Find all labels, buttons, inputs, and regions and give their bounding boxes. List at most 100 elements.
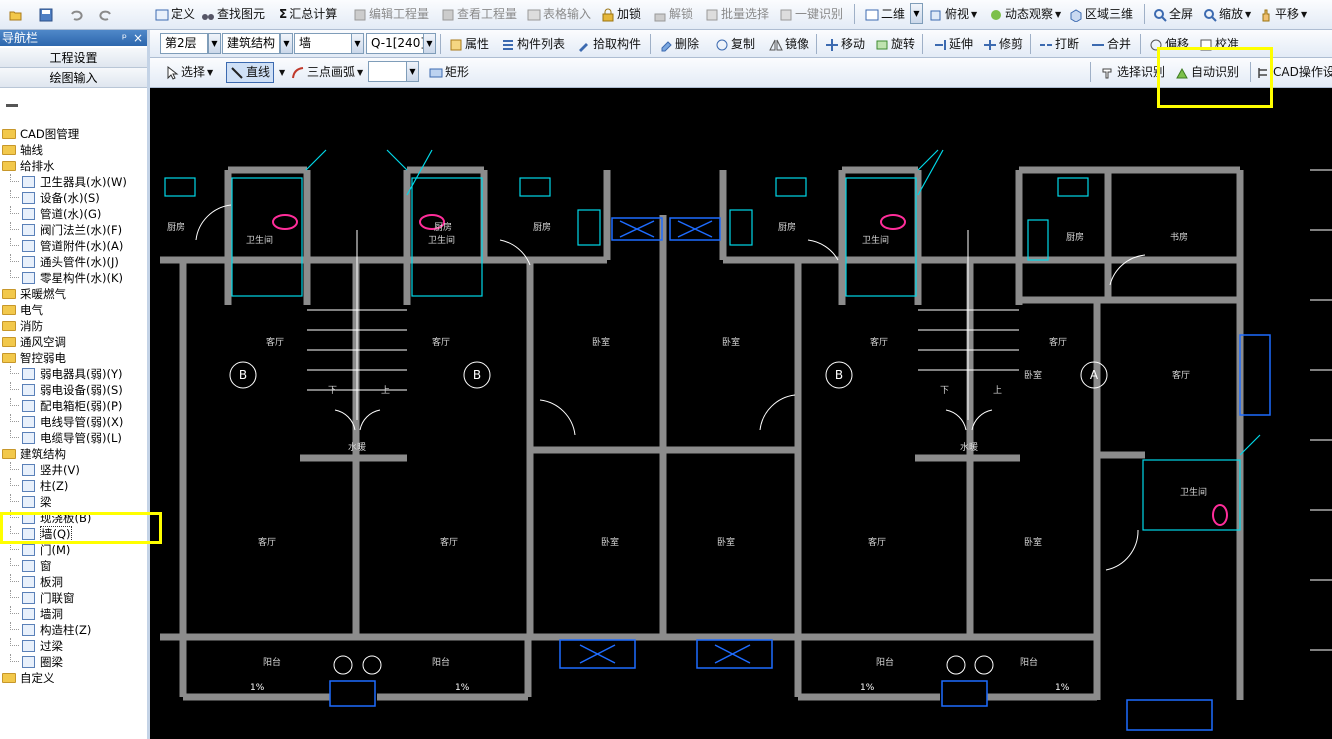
merge-button[interactable]: 合并 xyxy=(1088,34,1134,55)
undo-icon[interactable] xyxy=(66,4,86,25)
move-icon xyxy=(826,38,838,51)
tree-folder[interactable]: 消防 xyxy=(0,318,147,334)
rotate-button[interactable]: 旋转 xyxy=(872,34,918,55)
properties-button[interactable]: 属性 xyxy=(446,34,492,55)
table-input-button[interactable]: 表格输入 xyxy=(524,4,594,25)
tree-item[interactable]: 设备(水)(S) xyxy=(0,190,147,206)
element-list-button[interactable]: 构件列表 xyxy=(498,34,568,55)
tree-item[interactable]: 板洞 xyxy=(0,574,147,590)
tree-folder[interactable]: 轴线 xyxy=(0,142,147,158)
tree-item[interactable]: 弱电设备(弱)(S) xyxy=(0,382,147,398)
line-dropdown[interactable]: ▼ xyxy=(276,62,288,83)
break-button[interactable]: 打断 xyxy=(1036,34,1082,55)
auto-identify-button[interactable]: 自动识别 xyxy=(1172,62,1242,83)
summary-calc-button[interactable]: Σ 汇总计算 xyxy=(276,4,340,25)
dynamic-observe-button[interactable]: 动态观察 ▼ xyxy=(986,4,1064,25)
tree-folder[interactable]: CAD图管理 xyxy=(0,126,147,142)
mirror-button[interactable]: 镜像 xyxy=(766,34,812,55)
view-mode-dropdown[interactable]: ▼ xyxy=(910,3,923,24)
tree-item[interactable]: 弱电器具(弱)(Y) xyxy=(0,366,147,382)
open-folder-icon[interactable] xyxy=(6,4,26,25)
unlock-button[interactable]: 解锁 xyxy=(650,4,696,25)
cad-drawing-canvas[interactable]: 厨房 卫生间 厨房 卫生间 厨房 厨房 卫生间 厨房 书房 客厅 客厅 卧室 卧室 客厅 客厅 客厅 客厅 卧室卧… xyxy=(150,88,1332,739)
tree-item[interactable]: 零星构件(水)(K) xyxy=(0,270,147,286)
tree-item[interactable]: 电缆导管(弱)(L) xyxy=(0,430,147,446)
pan-button[interactable]: 平移 ▼ xyxy=(1256,4,1310,25)
edit-project-button[interactable]: 编辑工程量 xyxy=(350,4,432,25)
element-icon xyxy=(22,512,35,524)
project-settings-button[interactable]: 工程设置 xyxy=(0,48,147,68)
element-name-select[interactable]: Q-1[240] xyxy=(366,33,425,54)
tree-item[interactable]: 圈梁 xyxy=(0,654,147,670)
slope-label: 1% xyxy=(250,683,265,693)
tree-item[interactable]: 窗 xyxy=(0,558,147,574)
tree-folder[interactable]: 采暖燃气 xyxy=(0,286,147,302)
area-3d-button[interactable]: 区域三维 xyxy=(1066,4,1136,25)
tree-item[interactable]: 管道附件(水)(A) xyxy=(0,238,147,254)
category-dropdown[interactable]: ▼ xyxy=(280,33,293,54)
rect-button[interactable]: 矩形 xyxy=(426,62,472,83)
tree-item[interactable]: 卫生器具(水)(W) xyxy=(0,174,147,190)
category-select[interactable]: 建筑结构 xyxy=(222,33,280,54)
tree-item[interactable]: 门联窗 xyxy=(0,590,147,606)
move-button[interactable]: 移动 xyxy=(822,34,868,55)
copy-button[interactable]: 复制 xyxy=(712,34,758,55)
tree-item[interactable]: 竖井(V) xyxy=(0,462,147,478)
tree-item[interactable]: 梁 xyxy=(0,494,147,510)
tree-item[interactable]: 柱(Z) xyxy=(0,478,147,494)
top-view-button[interactable]: 俯视 ▼ xyxy=(926,4,980,25)
tree-item[interactable]: 过梁 xyxy=(0,638,147,654)
tree-item[interactable]: 电线导管(弱)(X) xyxy=(0,414,147,430)
save-icon[interactable] xyxy=(36,4,56,25)
tree-item[interactable]: 门(M) xyxy=(0,542,147,558)
tree-folder[interactable]: 给排水 xyxy=(0,158,147,174)
offset-button[interactable]: 偏移 xyxy=(1146,34,1192,55)
lock-button[interactable]: 加锁 xyxy=(598,4,644,25)
collapse-icon[interactable] xyxy=(6,104,18,107)
line-button[interactable]: 直线 xyxy=(226,62,275,83)
pick-element-button[interactable]: 拾取构件 xyxy=(574,34,644,55)
floor-select[interactable]: 第2层 xyxy=(160,33,208,54)
tree-item-label: 配电箱柜(弱)(P) xyxy=(40,399,123,413)
arc-button[interactable]: 三点画弧 ▼ xyxy=(288,62,366,83)
tree-item[interactable]: 墙(Q) xyxy=(0,526,147,542)
extend-button[interactable]: 延伸 xyxy=(930,34,976,55)
align-button[interactable]: 校准 xyxy=(1196,34,1242,55)
tree-item[interactable]: 阀门法兰(水)(F) xyxy=(0,222,147,238)
find-element-button[interactable]: 查找图元 xyxy=(198,4,268,25)
floor-dropdown[interactable]: ▼ xyxy=(208,33,221,54)
tree-folder[interactable]: 电气 xyxy=(0,302,147,318)
cube-icon xyxy=(930,10,941,20)
tree-item[interactable]: 构造柱(Z) xyxy=(0,622,147,638)
delete-button[interactable]: 删除 xyxy=(656,34,702,55)
close-icon[interactable]: × xyxy=(133,30,143,46)
select-identify-button[interactable]: 选择识别 xyxy=(1098,62,1168,83)
tree-item[interactable]: 配电箱柜(弱)(P) xyxy=(0,398,147,414)
tree-item[interactable]: 墙洞 xyxy=(0,606,147,622)
cad-ops-button[interactable]: CAD操作设 xyxy=(1254,62,1332,83)
redo-icon[interactable] xyxy=(96,4,116,25)
select-button[interactable]: 选择 ▼ xyxy=(162,62,216,83)
zoom-button[interactable]: 缩放 ▼ xyxy=(1200,4,1254,25)
view-mode-select[interactable]: 二维 xyxy=(862,4,908,25)
draw-option-dropdown[interactable]: ▼ xyxy=(406,61,419,82)
define-button[interactable]: 定义 xyxy=(152,4,198,25)
view-project-button[interactable]: 查看工程量 xyxy=(438,4,520,25)
tree-connector xyxy=(10,382,19,390)
tree-folder[interactable]: 建筑结构 xyxy=(0,446,147,462)
pin-icon[interactable]: ᵖ xyxy=(122,30,127,46)
eraser-icon xyxy=(661,40,672,51)
element-name-dropdown[interactable]: ▼ xyxy=(423,33,436,54)
one-click-identify-button[interactable]: 一键识别 xyxy=(776,4,846,25)
tree-item[interactable]: 通头管件(水)(J) xyxy=(0,254,147,270)
tree-folder[interactable]: 自定义 xyxy=(0,670,147,686)
tree-item[interactable]: 现浇板(B) xyxy=(0,510,147,526)
drawing-input-button[interactable]: 绘图输入 xyxy=(0,68,147,88)
fullscreen-button[interactable]: 全屏 xyxy=(1150,4,1196,25)
tree-item[interactable]: 管道(水)(G) xyxy=(0,206,147,222)
batch-select-button[interactable]: 批量选择 xyxy=(702,4,772,25)
tree-folder[interactable]: 通风空调 xyxy=(0,334,147,350)
element-type-dropdown[interactable]: ▼ xyxy=(351,33,364,54)
tree-folder[interactable]: 智控弱电 xyxy=(0,350,147,366)
trim-button[interactable]: 修剪 xyxy=(980,34,1026,55)
